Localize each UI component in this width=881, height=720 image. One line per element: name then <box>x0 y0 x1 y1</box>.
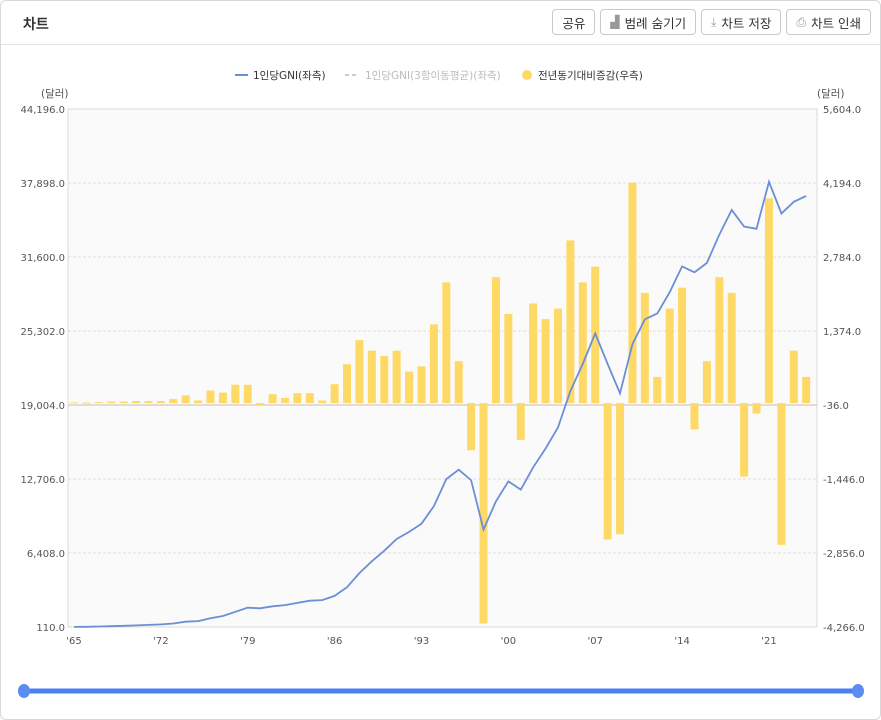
yoy-bar[interactable] <box>616 403 625 535</box>
yoy-bar[interactable] <box>789 350 798 404</box>
yoy-bar[interactable] <box>355 340 364 404</box>
yoy-bar[interactable] <box>578 282 587 404</box>
left-unit: (달러) <box>41 88 69 100</box>
yoy-bar[interactable] <box>405 371 414 404</box>
right-tick-label: 2,784.0 <box>823 253 861 264</box>
yoy-bar[interactable] <box>181 395 190 404</box>
yoy-bar[interactable] <box>603 403 612 540</box>
yoy-bar[interactable] <box>206 390 215 404</box>
yoy-bar[interactable] <box>764 198 773 404</box>
right-unit: (달러) <box>817 88 845 100</box>
range-slider-end-handle[interactable] <box>852 684 864 698</box>
yoy-bar[interactable] <box>678 287 687 404</box>
yoy-bar[interactable] <box>442 282 451 404</box>
x-tick-label: '14 <box>674 636 689 647</box>
yoy-bar[interactable] <box>727 292 736 404</box>
gni-chart: 1인당GNI(좌측) 1인당GNI(3항이동평균)(좌측) 전년동기대비증감(우… <box>18 70 865 698</box>
x-tick-label: '86 <box>327 636 342 647</box>
yoy-bar[interactable] <box>516 403 525 440</box>
right-tick-label: -2,856.0 <box>823 549 865 560</box>
yoy-bar[interactable] <box>268 394 277 404</box>
yoy-bar[interactable] <box>318 400 327 404</box>
legend-gni-avg[interactable]: 1인당GNI(3항이동평균)(좌측) <box>365 70 501 82</box>
yoy-bar[interactable] <box>740 403 749 477</box>
x-tick-label: '65 <box>66 636 81 647</box>
x-tick-label: '21 <box>761 636 776 647</box>
yoy-bar[interactable] <box>82 402 91 404</box>
yoy-bar[interactable] <box>144 401 153 404</box>
left-tick-label: 6,408.0 <box>27 549 65 560</box>
yoy-bar[interactable] <box>194 400 203 404</box>
yoy-bar[interactable] <box>653 376 662 404</box>
yoy-bar[interactable] <box>491 277 500 404</box>
yoy-bar[interactable] <box>690 403 699 430</box>
yoy-bar[interactable] <box>94 402 103 404</box>
yoy-bar[interactable] <box>529 303 538 404</box>
yoy-bar[interactable] <box>566 240 575 404</box>
yoy-bar[interactable] <box>169 398 178 404</box>
yoy-bar[interactable] <box>665 308 674 404</box>
x-tick-label: '72 <box>153 636 168 647</box>
yoy-bar[interactable] <box>553 308 562 404</box>
yoy-bar[interactable] <box>156 401 165 404</box>
yoy-bar[interactable] <box>243 384 252 404</box>
yoy-bar[interactable] <box>380 355 389 404</box>
yoy-bar[interactable] <box>70 402 78 404</box>
right-tick-label: -36.0 <box>823 401 849 412</box>
yoy-bar[interactable] <box>367 350 376 404</box>
left-tick-label: 37,898.0 <box>20 179 65 190</box>
yoy-bar[interactable] <box>702 361 711 404</box>
legend-dot-icon <box>522 70 532 80</box>
yoy-bar[interactable] <box>541 319 550 404</box>
yoy-bar[interactable] <box>132 401 141 404</box>
x-tick-label: '93 <box>414 636 429 647</box>
legend-yoy[interactable]: 전년동기대비증감(우측) <box>538 70 643 82</box>
right-tick-label: 5,604.0 <box>823 105 861 116</box>
yoy-bar[interactable] <box>715 277 724 404</box>
left-tick-label: 25,302.0 <box>20 327 65 338</box>
range-slider-start-handle[interactable] <box>18 684 30 698</box>
yoy-bar[interactable] <box>256 403 265 406</box>
legend-gni[interactable]: 1인당GNI(좌측) <box>253 70 326 82</box>
yoy-bar[interactable] <box>628 182 637 404</box>
yoy-bar[interactable] <box>467 403 476 451</box>
yoy-bar[interactable] <box>429 324 438 404</box>
right-tick-label: -1,446.0 <box>823 475 865 486</box>
x-tick-label: '79 <box>240 636 255 647</box>
yoy-bar[interactable] <box>504 313 513 404</box>
right-tick-label: 1,374.0 <box>823 327 861 338</box>
x-tick-label: '07 <box>587 636 602 647</box>
chart-panel: 차트 공유 ▟ 범례 숨기기 ⤓ 차트 저장 ⎙ 차트 인쇄 1인당GNI(좌측) 1… <box>0 0 881 720</box>
yoy-bar[interactable] <box>479 403 488 624</box>
yoy-bar[interactable] <box>293 393 302 404</box>
yoy-bar[interactable] <box>640 292 649 404</box>
right-tick-label: -4,266.0 <box>823 623 865 634</box>
left-tick-label: 19,004.0 <box>20 401 65 412</box>
yoy-bar[interactable] <box>107 401 116 404</box>
yoy-bar[interactable] <box>330 384 339 404</box>
yoy-bar[interactable] <box>777 403 786 545</box>
yoy-bar[interactable] <box>454 361 463 404</box>
yoy-bar[interactable] <box>231 384 240 404</box>
yoy-bar[interactable] <box>802 376 811 404</box>
yoy-bar[interactable] <box>218 392 227 404</box>
left-tick-label: 12,706.0 <box>20 475 65 486</box>
left-tick-label: 31,600.0 <box>20 253 65 264</box>
left-tick-label: 110.0 <box>36 623 65 634</box>
yoy-bar[interactable] <box>752 403 761 414</box>
yoy-bar[interactable] <box>343 364 352 404</box>
left-tick-label: 44,196.0 <box>20 105 65 116</box>
yoy-bar[interactable] <box>417 366 426 404</box>
yoy-bar[interactable] <box>119 401 128 404</box>
yoy-bar[interactable] <box>280 397 289 404</box>
yoy-bar[interactable] <box>392 350 401 404</box>
right-tick-label: 4,194.0 <box>823 179 861 190</box>
x-tick-label: '00 <box>501 636 516 647</box>
yoy-bar[interactable] <box>305 393 314 404</box>
